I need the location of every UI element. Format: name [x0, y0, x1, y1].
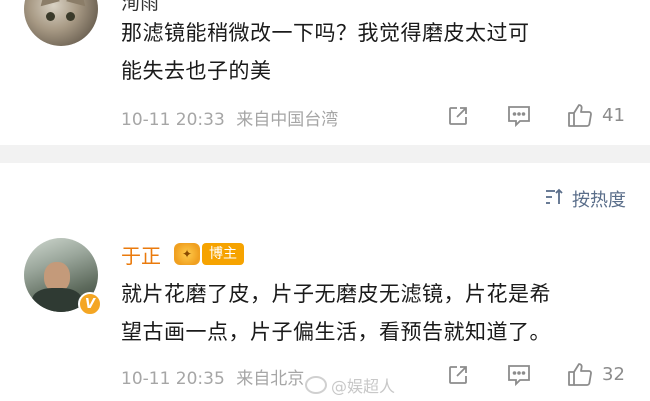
timestamp: 10-11 20:33	[121, 110, 225, 130]
comment-meta: 10-11 20:35 来自北京	[121, 364, 304, 389]
username[interactable]: 洵雨	[121, 0, 159, 15]
comment-icon	[506, 363, 532, 387]
like-icon	[566, 102, 594, 128]
comment-text: 能失去也子的美	[121, 59, 272, 83]
timestamp: 10-11 20:35	[121, 369, 225, 389]
sort-button[interactable]: 按热度	[544, 186, 626, 212]
like-icon	[566, 361, 594, 387]
lion-icon: ✦	[174, 243, 200, 265]
share-button[interactable]	[446, 363, 470, 387]
watermark-text: @娱超人	[331, 377, 396, 396]
like-count: 32	[602, 363, 625, 385]
share-button[interactable]	[446, 104, 470, 128]
comment-icon	[506, 104, 532, 128]
sort-label: 按热度	[572, 190, 626, 211]
comment-button[interactable]	[506, 363, 532, 387]
avatar[interactable]	[24, 0, 98, 46]
section-divider	[0, 145, 650, 163]
like-count: 41	[602, 104, 625, 126]
author-badge: ✦ 博主	[174, 243, 244, 265]
comment-meta: 10-11 20:33 来自中国台湾	[121, 105, 338, 130]
share-icon	[446, 363, 470, 387]
comment-text: 望古画一点，片子偏生活，看预告就知道了。	[121, 320, 551, 344]
like-button[interactable]: 41	[566, 102, 625, 128]
location: 来自北京	[236, 369, 305, 389]
weibo-logo-icon	[305, 376, 327, 394]
verified-badge-icon: V	[78, 292, 102, 316]
comment-button[interactable]	[506, 104, 532, 128]
like-button[interactable]: 32	[566, 361, 625, 387]
comment-text: 那滤镜能稍微改一下吗？我觉得磨皮太过可	[121, 21, 530, 45]
sort-icon	[544, 187, 564, 212]
username[interactable]: 于正	[121, 240, 161, 269]
share-icon	[446, 104, 470, 128]
comment-text: 就片花磨了皮，片子无磨皮无滤镜，片花是希	[121, 282, 551, 306]
watermark: @娱超人	[305, 373, 395, 397]
location: 来自中国台湾	[236, 110, 339, 130]
author-tag: 博主	[202, 243, 244, 265]
